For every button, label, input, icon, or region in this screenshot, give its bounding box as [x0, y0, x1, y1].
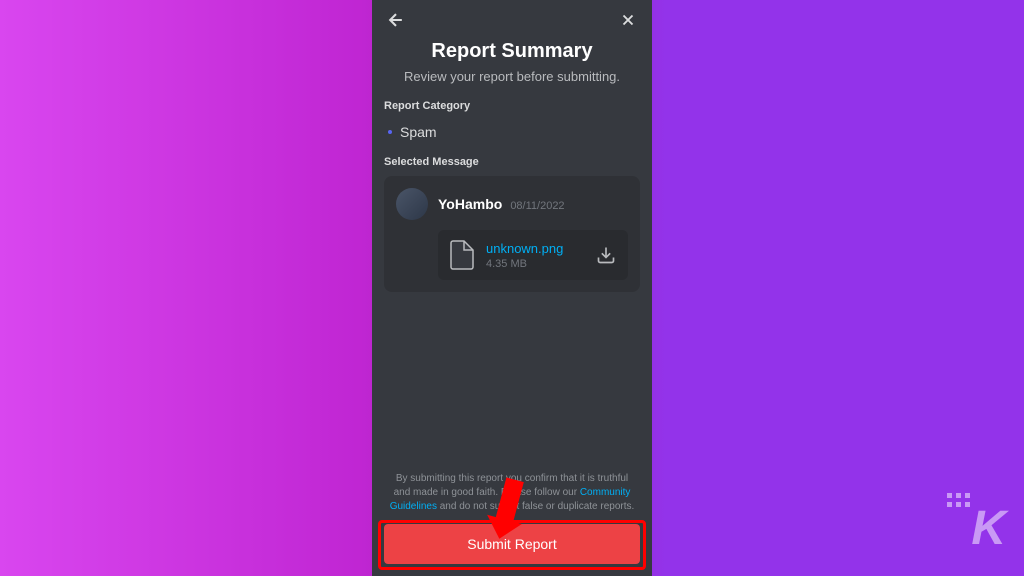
bullet-icon: [388, 130, 392, 134]
message-header: YoHambo 08/11/2022: [396, 188, 628, 220]
message-info: YoHambo 08/11/2022: [438, 196, 565, 212]
back-arrow-icon: [386, 10, 406, 30]
category-item: Spam: [384, 120, 640, 152]
close-button[interactable]: [616, 8, 640, 32]
back-button[interactable]: [384, 8, 408, 32]
category-value: Spam: [400, 124, 437, 140]
download-icon[interactable]: [596, 245, 616, 265]
watermark: K: [971, 501, 1004, 556]
message-card: YoHambo 08/11/2022 unknown.png 4.35 MB: [384, 176, 640, 292]
report-modal: Report Summary Review your report before…: [372, 0, 652, 576]
disclaimer-after: and do not submit false or duplicate rep…: [437, 501, 634, 512]
timestamp: 08/11/2022: [510, 200, 564, 212]
category-label: Report Category: [384, 100, 640, 112]
attachment-card: unknown.png 4.35 MB: [438, 230, 628, 280]
disclaimer-text: By submitting this report you confirm th…: [384, 472, 640, 514]
footer: By submitting this report you confirm th…: [372, 460, 652, 576]
close-icon: [619, 11, 637, 29]
username: YoHambo: [438, 196, 502, 212]
content-area: Report Category Spam Selected Message Yo…: [372, 96, 652, 460]
modal-header: [372, 0, 652, 36]
title-section: Report Summary Review your report before…: [372, 36, 652, 96]
message-label: Selected Message: [384, 156, 640, 168]
page-subtitle: Review your report before submitting.: [388, 69, 636, 84]
page-title: Report Summary: [388, 40, 636, 63]
file-icon: [450, 240, 474, 270]
watermark-text: K: [971, 502, 1004, 555]
file-size: 4.35 MB: [486, 258, 584, 270]
file-name[interactable]: unknown.png: [486, 241, 584, 256]
submit-report-button[interactable]: Submit Report: [384, 524, 640, 564]
avatar: [396, 188, 428, 220]
file-info: unknown.png 4.35 MB: [486, 241, 584, 270]
